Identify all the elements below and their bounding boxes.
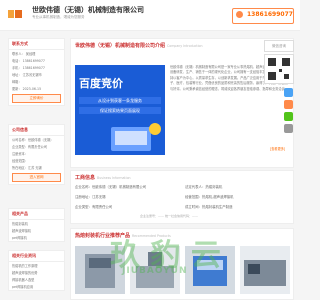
related-products-title: 相关产品 <box>9 209 64 220</box>
page-subtitle: 专业从事机械制造，竭诚为您服务 <box>32 15 85 19</box>
industry-news-link[interactable]: 热熔机的工作原理 <box>9 262 64 269</box>
business-field: 企业名称：世欧伟德（无锡）机械制造有限公司 <box>75 185 147 189</box>
business-field: 企业类型：有限责任公司 <box>75 205 113 209</box>
machine-icon <box>240 246 290 294</box>
industry-news-link[interactable]: 超声波焊接的优势 <box>9 269 64 276</box>
banner-title: 百度竞价 <box>79 77 123 90</box>
back-to-top-icon[interactable] <box>284 124 293 133</box>
banner-line: 保证搜索结果页面展现 <box>79 107 161 114</box>
industry-news-panel: 相关行业资讯 热熔机的工作原理 超声波焊接的优势 焊接机器人选型 pet焊接机应… <box>8 250 65 291</box>
website-button[interactable]: 进入官网 <box>12 173 61 182</box>
company-row: 公司名称：世欧伟德（无锡） <box>12 138 54 142</box>
phone-number[interactable]: 13861699077 <box>247 11 293 18</box>
contact-panel: 联系方式 联系人： 吴经理 电话： 13861699077 手机： 138616… <box>8 38 65 106</box>
ad-banner[interactable]: 百度竞价 从设计到获客一条龙服务 保证搜索结果页面展现 <box>75 65 165 155</box>
company-row: 所在地区：江苏 无锡 <box>12 166 42 170</box>
business-field: 经营范围：热熔机,超声波焊接机 <box>185 195 234 199</box>
company-title: 公司信息 <box>9 125 64 136</box>
watermark-sub: JIUBAOYUN <box>122 266 188 276</box>
chat-icon[interactable] <box>284 88 293 97</box>
contact-row: 电话： 13861699077 <box>12 59 45 63</box>
company-row: 经营范围： <box>12 159 28 163</box>
banner-line: 从设计到获客一条龙服务 <box>79 97 161 104</box>
registration-line: 企业注册号：—— 统一社会信用代码：—— <box>140 214 198 218</box>
related-products-panel: 相关产品 热熔封装机 超声波焊接机 pet焊接机 <box>8 208 65 242</box>
company-row: 企业类型：有限责任公司 <box>12 145 48 149</box>
contact-row: 地址： 江苏省无锡市 <box>12 73 42 77</box>
company-row: 注册资本： <box>12 152 28 156</box>
contact-row: 更新： 2023-06-15 <box>12 87 42 91</box>
qr-code-icon <box>264 54 294 84</box>
company-panel: 公司信息 公司名称：世欧伟德（无锡） 企业类型：有限责任公司 注册资本： 经营范… <box>8 124 65 185</box>
page-title: 世欧伟德（无锡）机械制造有限公司 <box>32 6 144 14</box>
industry-news-link[interactable]: 焊接机器人选型 <box>9 276 64 283</box>
intro-title: 世欧伟德（无锡）机械制造有限公司介绍 Company Introduction <box>75 43 203 49</box>
business-field: 注册地址：江苏无锡 <box>75 195 106 199</box>
related-product-link[interactable]: 热熔封装机 <box>9 220 64 227</box>
industry-news-title: 相关行业资讯 <box>9 251 64 262</box>
wechat-button[interactable]: 微信咨询 <box>264 40 294 52</box>
business-field: 法定代表人：热熔封装机 <box>185 185 223 189</box>
contact-row: 手机： 13861699077 <box>12 66 45 70</box>
related-product-link[interactable]: 超声波焊接机 <box>9 227 64 234</box>
contact-row: 联系人： 吴经理 <box>12 52 36 56</box>
company-logo-icon <box>8 10 22 18</box>
wechat-float-icon[interactable] <box>284 112 293 121</box>
product-image[interactable] <box>240 246 290 294</box>
phone-float-icon[interactable] <box>284 100 293 109</box>
contact-row: 邮箱： <box>12 80 22 84</box>
business-field: 成立时间：热熔封装机生产制造 <box>185 205 233 209</box>
banner-illustration-icon <box>111 123 161 151</box>
inquiry-button[interactable]: 立即询价 <box>12 94 61 103</box>
related-product-link[interactable]: pet焊接机 <box>9 234 64 241</box>
business-title: 工商信息 Business Information <box>75 175 131 181</box>
more-link[interactable]: [查看更多] <box>270 146 285 151</box>
contact-title: 联系方式 <box>9 39 64 50</box>
phone-icon <box>236 11 243 18</box>
industry-news-link[interactable]: pet焊接机应用 <box>9 283 64 290</box>
